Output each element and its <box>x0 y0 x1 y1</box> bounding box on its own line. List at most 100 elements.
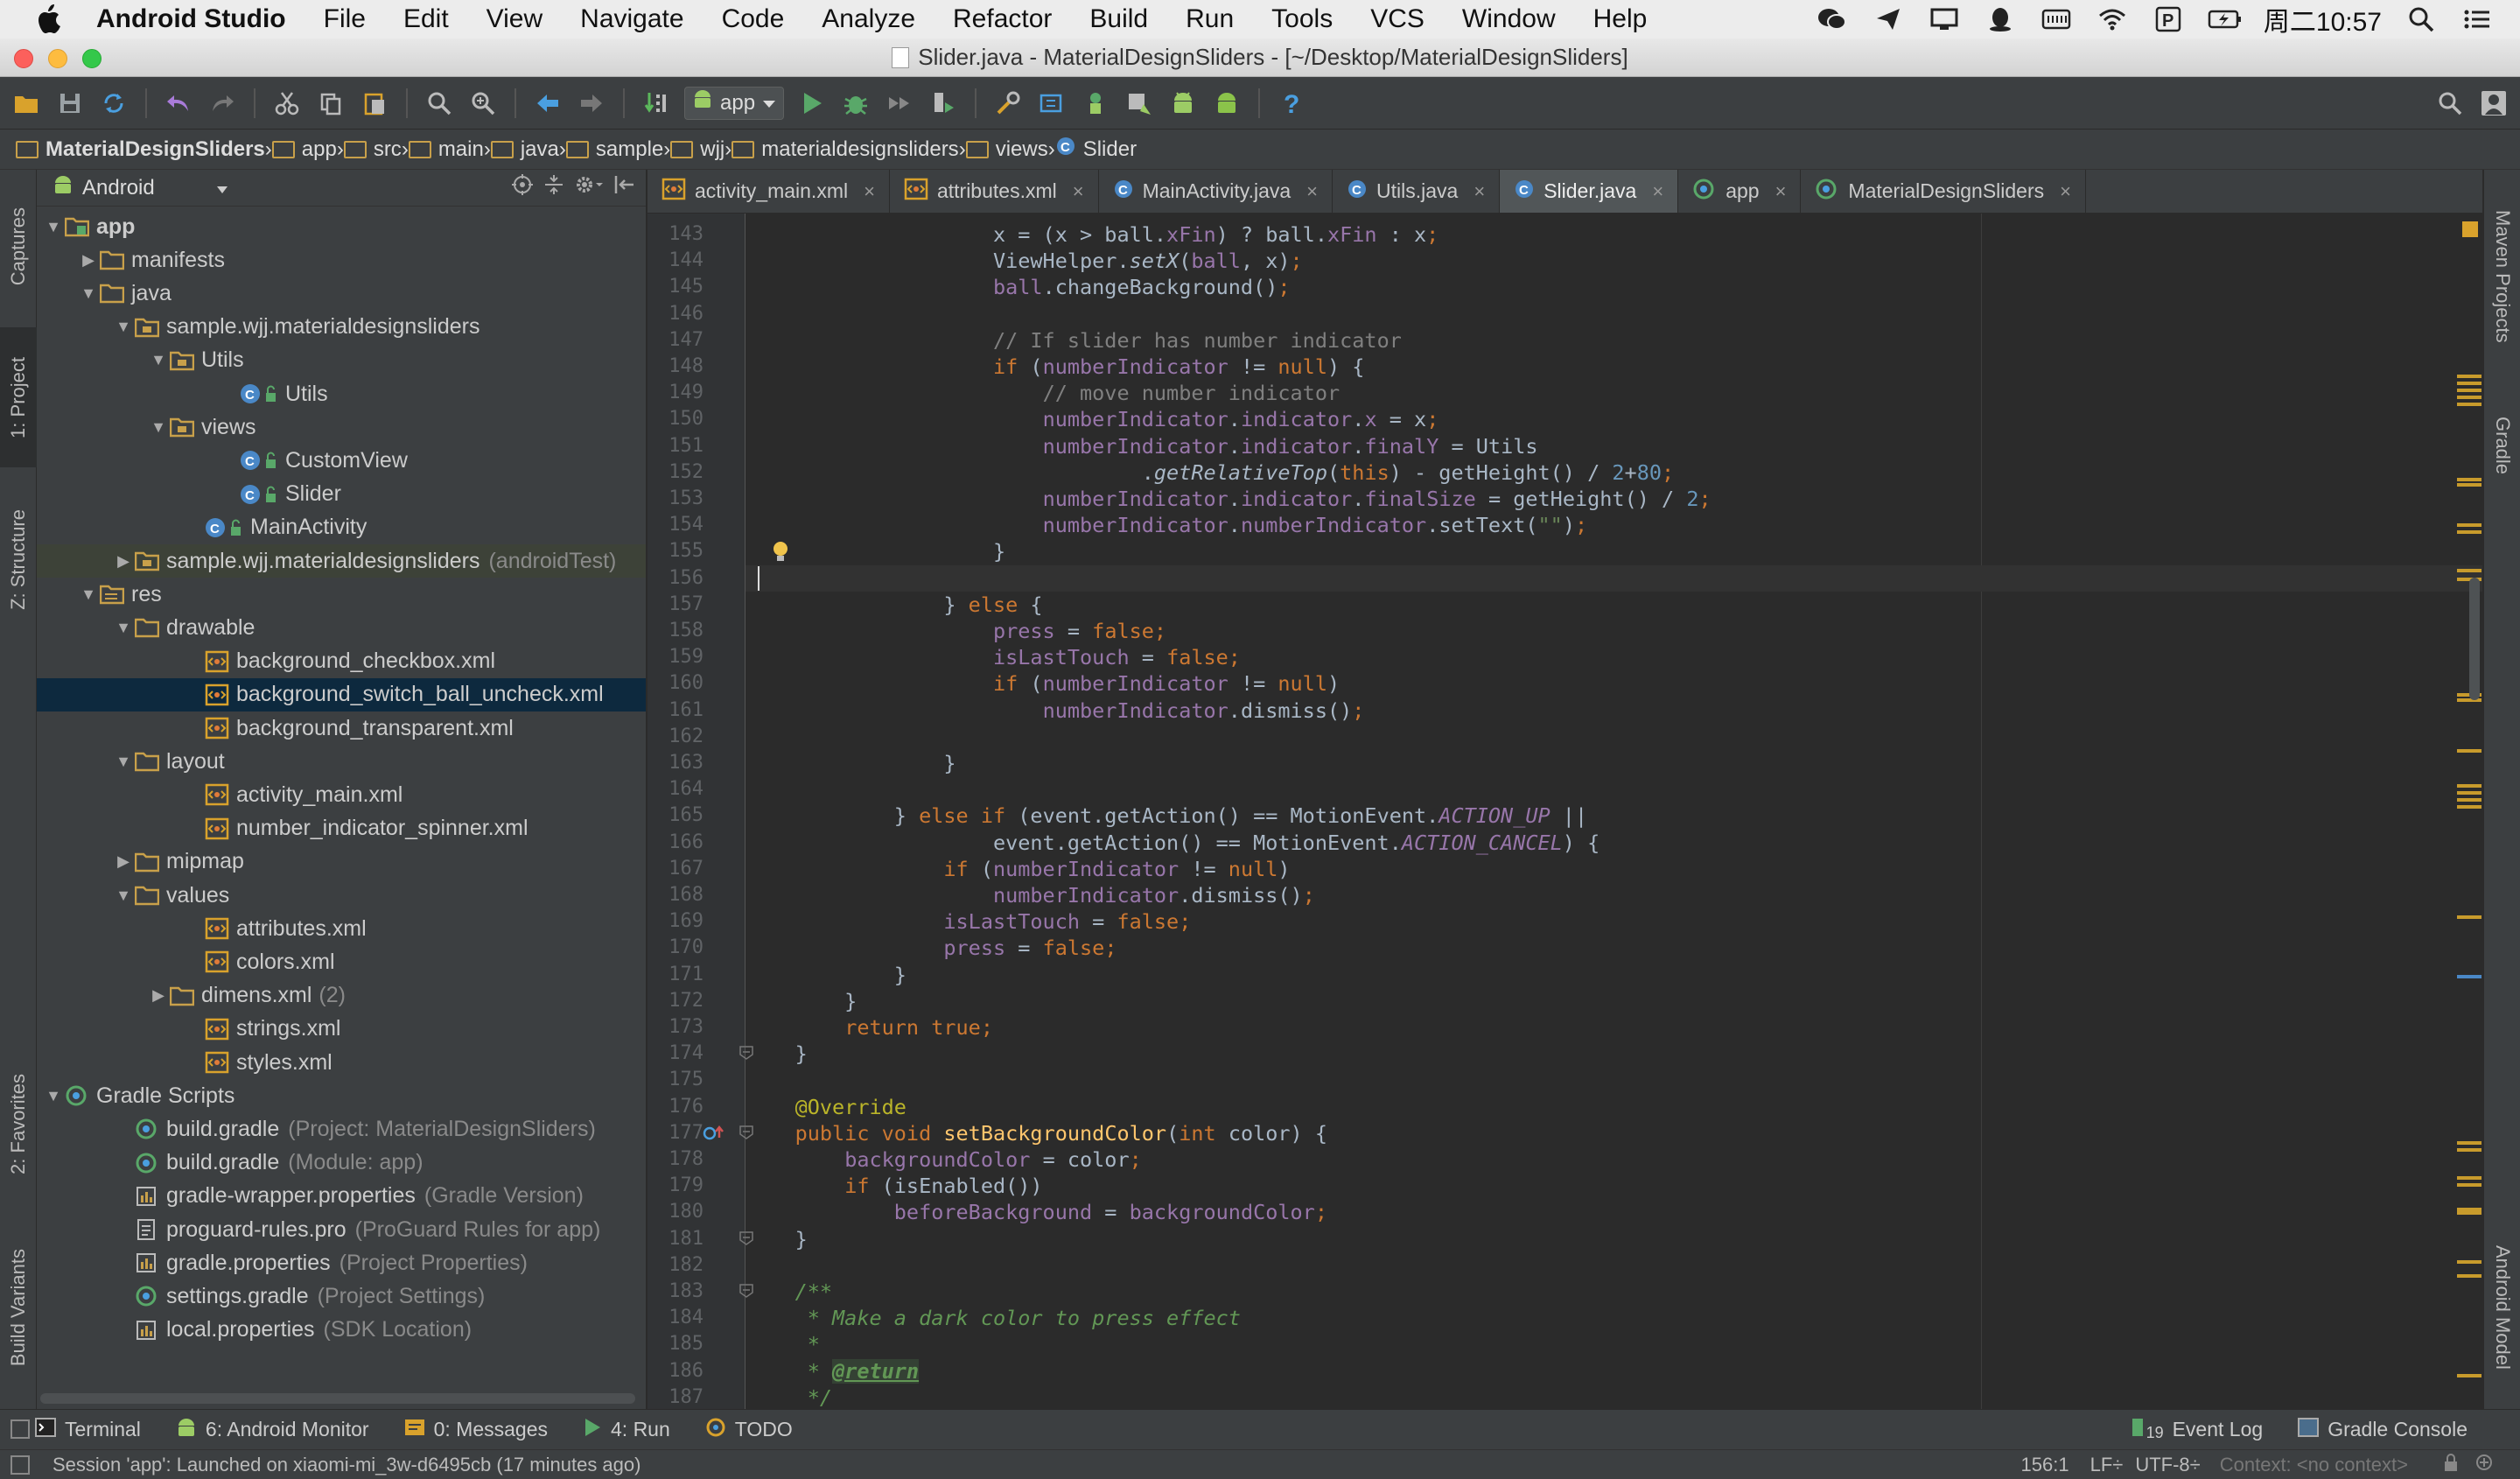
menu-window[interactable]: Window <box>1462 4 1556 34</box>
editor-tab[interactable]: C MainActivity.java × <box>1099 170 1334 213</box>
avd-manager-icon[interactable] <box>1080 88 1111 119</box>
code-line[interactable]: @Override <box>746 1094 906 1120</box>
breadcrumb-item[interactable]: wjj <box>670 137 724 162</box>
fold-marker-icon[interactable] <box>738 1124 755 1146</box>
editor-tab[interactable]: C Utils.java × <box>1333 170 1501 213</box>
tree-item[interactable]: activity_main.xml <box>37 778 646 811</box>
close-tab-icon[interactable]: × <box>1775 180 1787 203</box>
expanded-arrow-icon[interactable]: ▼ <box>147 418 170 437</box>
error-stripe-marker[interactable] <box>2457 1274 2482 1278</box>
collapsed-arrow-icon[interactable]: ▶ <box>112 552 135 571</box>
qq-icon[interactable] <box>1984 6 2017 32</box>
expanded-arrow-icon[interactable]: ▼ <box>42 1087 65 1105</box>
search-everywhere-icon[interactable] <box>2434 88 2466 119</box>
tree-item[interactable]: gradle-wrapper.properties (Gradle Version… <box>37 1180 646 1213</box>
error-stripe-marker[interactable] <box>2457 784 2482 788</box>
error-stripe-marker[interactable] <box>2457 1374 2482 1377</box>
user-account-icon[interactable] <box>2478 88 2510 119</box>
menu-edit[interactable]: Edit <box>403 4 449 34</box>
help-icon[interactable]: ? <box>1276 88 1307 119</box>
expanded-arrow-icon[interactable]: ▼ <box>77 284 100 303</box>
error-stripe-marker[interactable] <box>2457 396 2482 399</box>
terminal-tool-button[interactable]: Terminal <box>35 1417 141 1442</box>
error-stripe-marker[interactable] <box>2457 1148 2482 1152</box>
code-line[interactable]: numberIndicator.indicator.finalSize = ge… <box>746 486 1712 512</box>
tree-item[interactable]: ▼ app <box>37 210 646 243</box>
tree-item[interactable]: attributes.xml <box>37 912 646 945</box>
structure-tool-tab[interactable]: Z: Structure <box>0 476 37 642</box>
close-tab-icon[interactable]: × <box>1652 180 1663 203</box>
tree-item[interactable]: C Slider <box>37 478 646 511</box>
spotlight-search-icon[interactable] <box>2404 6 2438 32</box>
input-method-icon[interactable]: P <box>2152 6 2185 32</box>
code-line[interactable]: * @return <box>746 1358 920 1384</box>
chevron-down-icon[interactable] <box>216 176 228 200</box>
todo-tool-button[interactable]: TODO <box>705 1417 793 1443</box>
inspector-icon[interactable] <box>2474 1453 2494 1477</box>
tree-item[interactable]: ▼ res <box>37 578 646 611</box>
code-line[interactable]: * Make a dark color to press effect <box>746 1305 1241 1331</box>
status-toggle-icon[interactable] <box>10 1454 30 1475</box>
tree-item[interactable]: ▼ drawable <box>37 611 646 644</box>
menubar-clock[interactable]: 周二10:57 <box>2264 0 2382 39</box>
code-line[interactable]: beforeBackground = backgroundColor; <box>746 1199 1327 1225</box>
code-line[interactable]: .getRelativeTop(this) - getHeight() / 2+… <box>746 459 1674 486</box>
expanded-arrow-icon[interactable]: ▼ <box>112 318 135 336</box>
code-line[interactable]: if (numberIndicator != null) <box>746 670 1340 697</box>
tree-item[interactable]: ▶ manifests <box>37 243 646 277</box>
fold-marker-icon[interactable] <box>738 1230 755 1251</box>
minimize-window-button[interactable] <box>48 49 67 68</box>
breadcrumb-item[interactable]: main <box>408 137 484 162</box>
screen-share-icon[interactable] <box>1928 6 1961 32</box>
code-line[interactable]: event.getAction() == MotionEvent.ACTION_… <box>746 830 1600 856</box>
code-line[interactable]: numberIndicator.indicator.finalY = Utils <box>746 433 1538 459</box>
stop-icon[interactable] <box>928 88 959 119</box>
messages-tool-button[interactable]: 0: Messages <box>404 1418 548 1442</box>
sync-gradle-icon[interactable] <box>1036 88 1068 119</box>
code-line[interactable]: ball.changeBackground(); <box>746 274 1291 300</box>
error-stripe-marker[interactable] <box>2457 1141 2482 1145</box>
lightbulb-icon[interactable] <box>770 540 791 569</box>
android-monitor-tool-button[interactable]: 6: Android Monitor <box>176 1417 369 1443</box>
battery-icon[interactable] <box>2208 6 2241 32</box>
collapsed-arrow-icon[interactable]: ▶ <box>147 986 170 1005</box>
close-tab-icon[interactable]: × <box>2060 180 2071 203</box>
breadcrumb-item[interactable]: MaterialDesignSliders <box>16 137 265 162</box>
fold-marker-icon[interactable] <box>738 1282 755 1304</box>
menu-navigate[interactable]: Navigate <box>580 4 683 34</box>
error-stripe-marker[interactable] <box>2457 791 2482 795</box>
notification-center-icon[interactable] <box>2460 6 2494 32</box>
expanded-arrow-icon[interactable]: ▼ <box>42 218 65 236</box>
synchronize-icon[interactable] <box>98 88 130 119</box>
code-line[interactable]: isLastTouch = false; <box>746 644 1241 670</box>
sdk-manager-icon[interactable] <box>1124 88 1155 119</box>
breadcrumb-item[interactable]: app <box>271 137 337 162</box>
error-stripe-marker[interactable] <box>2457 1176 2482 1180</box>
context-selector[interactable]: Context: <no context> <box>2220 1454 2408 1476</box>
override-marker-icon[interactable] <box>702 1124 726 1147</box>
undo-icon[interactable] <box>163 88 194 119</box>
editor-tab[interactable]: MaterialDesignSliders × <box>1801 170 2086 213</box>
error-stripe-marker[interactable] <box>2457 915 2482 919</box>
tree-item[interactable]: ▶ mipmap <box>37 845 646 879</box>
favorites-tool-tab[interactable]: 2: Favorites <box>0 1045 37 1202</box>
error-stripe-marker[interactable] <box>2457 403 2482 406</box>
error-stripe-marker[interactable] <box>2457 478 2482 481</box>
fold-marker-icon[interactable] <box>738 1044 755 1066</box>
error-stripe-marker[interactable] <box>2457 1183 2482 1187</box>
cut-icon[interactable] <box>271 88 303 119</box>
event-log-tool-button[interactable]: 19 Event Log <box>2131 1417 2263 1443</box>
error-stripe-marker[interactable] <box>2457 805 2482 809</box>
tree-item[interactable]: ▼ sample.wjj.materialdesignsliders <box>37 311 646 344</box>
tree-item[interactable]: local.properties (SDK Location) <box>37 1314 646 1347</box>
copy-icon[interactable] <box>315 88 346 119</box>
gradle-tool-tab[interactable]: Gradle <box>2484 397 2520 494</box>
tool-window-toggle-icon[interactable] <box>10 1419 30 1439</box>
project-structure-icon[interactable] <box>992 88 1024 119</box>
error-stripe-marker[interactable] <box>2457 483 2482 487</box>
document-proxy-icon[interactable] <box>892 46 910 68</box>
code-line[interactable]: numberIndicator.dismiss(); <box>746 882 1315 908</box>
code-line[interactable]: backgroundColor = color; <box>746 1146 1142 1173</box>
editor-tab[interactable]: C Slider.java × <box>1500 170 1679 213</box>
code-line[interactable]: ViewHelper.setX(ball, x); <box>746 248 1303 274</box>
